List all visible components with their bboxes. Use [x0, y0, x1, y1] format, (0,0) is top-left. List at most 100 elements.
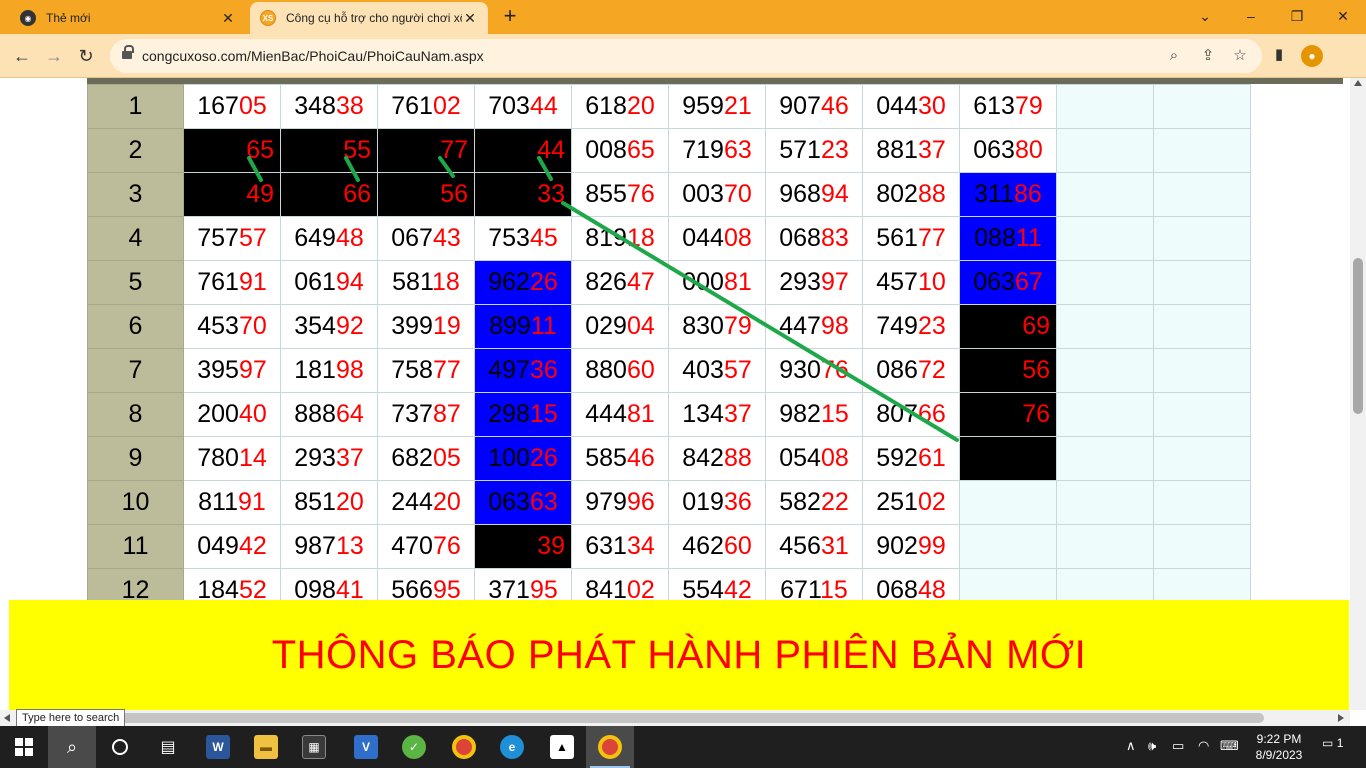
grid-cell[interactable]: 69 — [959, 304, 1057, 349]
grid-cell[interactable]: 80766 — [862, 392, 960, 437]
grid-cell[interactable]: 83079 — [668, 304, 766, 349]
grid-cell[interactable]: 90299 — [862, 524, 960, 569]
grid-cell[interactable] — [1153, 216, 1251, 261]
grid-cell[interactable]: 45370 — [183, 304, 281, 349]
grid-cell[interactable]: 98215 — [765, 392, 863, 437]
url-text[interactable]: congcuxoso.com/MienBac/PhoiCau/PhoiCauNa… — [142, 48, 484, 64]
scroll-right-icon[interactable] — [1338, 714, 1344, 722]
grid-cell[interactable]: 97996 — [571, 480, 669, 525]
keyboard-icon[interactable]: ⌨ — [1220, 738, 1239, 754]
edge-app[interactable]: e — [488, 726, 536, 768]
grid-cell[interactable]: 85576 — [571, 172, 669, 217]
grid-cell[interactable]: 39 — [474, 524, 572, 569]
grid-cell[interactable]: 29397 — [765, 260, 863, 305]
grid-cell[interactable]: 73787 — [377, 392, 475, 437]
scrollbar-thumb[interactable] — [18, 713, 1264, 723]
grid-cell[interactable]: 40357 — [668, 348, 766, 393]
grid-cell[interactable] — [1153, 128, 1251, 173]
grid-cell[interactable]: 93076 — [765, 348, 863, 393]
start-button[interactable] — [0, 726, 48, 768]
grid-cell[interactable]: 77 — [377, 128, 475, 173]
grid-cell[interactable]: 75757 — [183, 216, 281, 261]
grid-cell[interactable]: 88060 — [571, 348, 669, 393]
grid-cell[interactable]: 46260 — [668, 524, 766, 569]
back-icon[interactable]: ← — [10, 44, 34, 68]
grid-cell[interactable]: 45710 — [862, 260, 960, 305]
grid-cell[interactable] — [1056, 304, 1154, 349]
grid-cell[interactable]: 90746 — [765, 84, 863, 129]
grid-cell[interactable]: 75877 — [377, 348, 475, 393]
grid-cell[interactable]: 29337 — [280, 436, 378, 481]
word-app[interactable]: W — [194, 726, 242, 768]
grid-cell[interactable] — [1153, 172, 1251, 217]
grid-cell[interactable]: 74923 — [862, 304, 960, 349]
grid-cell[interactable] — [1153, 348, 1251, 393]
minimize-button[interactable]: – — [1228, 4, 1274, 28]
grid-cell[interactable]: 76102 — [377, 84, 475, 129]
grid-cell[interactable]: 57123 — [765, 128, 863, 173]
grid-cell[interactable]: 13437 — [668, 392, 766, 437]
grid-cell[interactable]: 58546 — [571, 436, 669, 481]
grid-cell[interactable]: 95921 — [668, 84, 766, 129]
grid-cell[interactable]: 55 — [280, 128, 378, 173]
grid-cell[interactable]: 63134 — [571, 524, 669, 569]
grid-cell[interactable]: 61379 — [959, 84, 1057, 129]
grid-cell[interactable]: 88864 — [280, 392, 378, 437]
grid-cell[interactable]: 47076 — [377, 524, 475, 569]
release-banner[interactable]: THÔNG BÁO PHÁT HÀNH PHIÊN BẢN MỚI — [9, 600, 1349, 710]
grid-cell[interactable]: 96894 — [765, 172, 863, 217]
system-clock[interactable]: 9:22 PM 8/9/2023 — [1246, 731, 1312, 763]
grid-cell[interactable]: 06367 — [959, 260, 1057, 305]
grid-cell[interactable]: 76 — [959, 392, 1057, 437]
file-explorer-app[interactable]: ▬ — [242, 726, 290, 768]
grid-cell[interactable]: 66 — [280, 172, 378, 217]
grid-cell[interactable]: 84288 — [668, 436, 766, 481]
grid-cell[interactable]: 44 — [474, 128, 572, 173]
scrollbar-thumb[interactable] — [1353, 258, 1363, 414]
grid-cell[interactable]: 71963 — [668, 128, 766, 173]
grid-cell[interactable]: 88137 — [862, 128, 960, 173]
grid-cell[interactable] — [1153, 480, 1251, 525]
bookmark-star-icon[interactable]: ☆ — [1230, 46, 1250, 66]
grid-cell[interactable] — [1056, 392, 1154, 437]
tab-search-button[interactable]: ⌄ — [1182, 4, 1228, 28]
grid-cell[interactable]: 06743 — [377, 216, 475, 261]
grid-cell[interactable]: 49 — [183, 172, 281, 217]
grid-cell[interactable]: 56 — [959, 348, 1057, 393]
grid-cell[interactable] — [1056, 524, 1154, 569]
grid-cell[interactable] — [959, 436, 1057, 481]
grid-cell[interactable]: 06194 — [280, 260, 378, 305]
wifi-icon[interactable]: ◠ — [1198, 738, 1209, 754]
grid-cell[interactable]: 61820 — [571, 84, 669, 129]
volume-icon[interactable]: 🕪 — [1148, 738, 1156, 754]
grid-cell[interactable] — [1153, 436, 1251, 481]
grid-cell[interactable]: 58222 — [765, 480, 863, 525]
vertical-scrollbar[interactable] — [1350, 78, 1366, 710]
grid-cell[interactable]: 29815 — [474, 392, 572, 437]
grid-cell[interactable]: 81191 — [183, 480, 281, 525]
grid-cell[interactable]: 45631 — [765, 524, 863, 569]
grid-cell[interactable] — [1056, 260, 1154, 305]
grid-cell[interactable] — [1056, 84, 1154, 129]
grid-cell[interactable]: 39597 — [183, 348, 281, 393]
grid-cell[interactable]: 49736 — [474, 348, 572, 393]
close-window-button[interactable]: ✕ — [1320, 4, 1366, 28]
grid-cell[interactable]: 76191 — [183, 260, 281, 305]
grid-cell[interactable]: 01936 — [668, 480, 766, 525]
grid-cell[interactable]: 56 — [377, 172, 475, 217]
grid-cell[interactable]: 04430 — [862, 84, 960, 129]
close-tab-icon[interactable]: ✕ — [462, 10, 478, 27]
grid-cell[interactable]: 59261 — [862, 436, 960, 481]
horizontal-scrollbar[interactable] — [0, 710, 1350, 726]
grid-cell[interactable]: 34838 — [280, 84, 378, 129]
grid-cell[interactable]: 44481 — [571, 392, 669, 437]
grid-cell[interactable]: 58118 — [377, 260, 475, 305]
grid-cell[interactable] — [1153, 392, 1251, 437]
grid-cell[interactable]: 00370 — [668, 172, 766, 217]
reload-icon[interactable]: ↻ — [74, 44, 98, 68]
grid-cell[interactable]: 35492 — [280, 304, 378, 349]
grid-cell[interactable]: 06883 — [765, 216, 863, 261]
show-hidden-icons[interactable]: ∧ — [1126, 738, 1136, 754]
grid-cell[interactable]: 02904 — [571, 304, 669, 349]
grid-cell[interactable]: 04942 — [183, 524, 281, 569]
